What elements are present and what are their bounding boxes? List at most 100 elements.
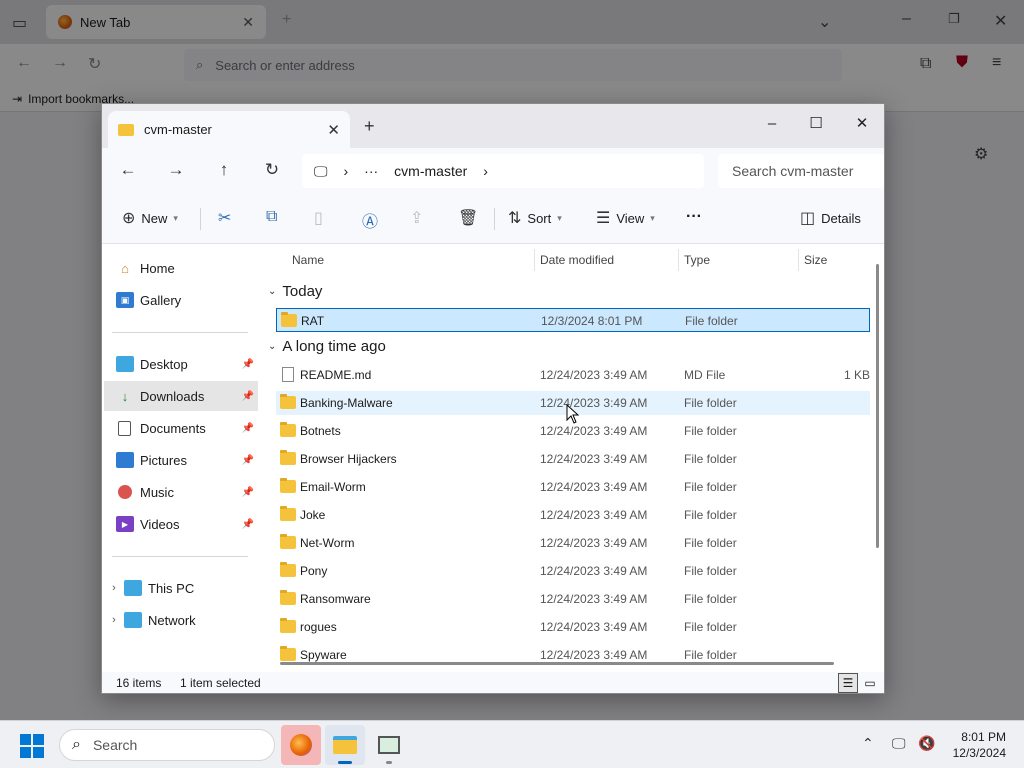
cut-icon: ✂ — [218, 210, 232, 227]
new-tab-icon[interactable]: + — [364, 116, 375, 137]
pin-icon[interactable]: 📌 — [242, 455, 254, 466]
taskbar-search[interactable]: ⌕ Search — [59, 729, 275, 761]
forward-icon[interactable]: → — [164, 160, 188, 180]
taskbar-file-explorer[interactable] — [325, 725, 365, 765]
pin-icon[interactable]: 📌 — [242, 487, 254, 498]
delete-button[interactable]: 🗑 — [458, 208, 478, 228]
share-button[interactable]: ⇪ — [410, 208, 423, 228]
pin-icon[interactable]: 📌 — [242, 391, 254, 402]
horizontal-scrollbar[interactable] — [280, 662, 834, 665]
copy-button[interactable]: ⧉ — [266, 208, 277, 226]
nav-item-music[interactable]: Music 📌 — [104, 477, 258, 507]
gallery-icon: ▣ — [116, 292, 134, 308]
view-button[interactable]: ☰ View ▾ — [596, 208, 655, 228]
column-divider[interactable] — [534, 249, 535, 271]
sort-button[interactable]: ⇅ Sort ▾ — [508, 208, 562, 228]
search-input[interactable]: Search cvm-master — [718, 154, 884, 188]
file-date: 12/24/2023 3:49 AM — [540, 424, 648, 438]
new-button[interactable]: ⊕ New ▾ — [122, 208, 178, 228]
breadcrumb[interactable]: 🖵 › ··· cvm-master › — [302, 154, 704, 188]
back-icon[interactable]: ← — [116, 160, 140, 180]
chevron-right-icon[interactable]: › — [483, 163, 488, 179]
monitor-icon[interactable]: 🖵 — [314, 163, 328, 180]
file-row[interactable]: rogues 12/24/2023 3:49 AM File folder — [276, 615, 870, 639]
file-type: MD File — [684, 368, 726, 382]
column-type[interactable]: Type — [684, 253, 710, 267]
start-button[interactable] — [20, 734, 44, 758]
copy-icon: ⧉ — [266, 208, 278, 225]
file-date: 12/24/2023 3:49 AM — [540, 508, 648, 522]
nav-item-label: Network — [148, 612, 196, 628]
nav-item-network[interactable]: › Network — [104, 605, 258, 635]
close-tab-icon[interactable]: ✕ — [327, 121, 340, 139]
file-date: 12/24/2023 3:49 AM — [540, 480, 648, 494]
paste-button[interactable]: ▯ — [314, 208, 323, 228]
this-pc-icon — [124, 580, 142, 596]
nav-item-label: Desktop — [140, 356, 188, 372]
file-row[interactable]: Email-Worm 12/24/2023 3:49 AM File folder — [276, 475, 870, 499]
chevron-right-icon[interactable]: › — [104, 614, 124, 626]
pin-icon[interactable]: 📌 — [242, 359, 254, 370]
tiles-view-button[interactable]: ▭ — [860, 673, 880, 693]
close-button[interactable]: ✕ — [842, 110, 882, 136]
chevron-right-icon[interactable]: › — [344, 163, 349, 179]
nav-item-downloads[interactable]: ↓ Downloads 📌 — [104, 381, 258, 411]
network-icon[interactable]: 🖵 — [892, 735, 906, 752]
file-name: Spyware — [300, 648, 347, 662]
documents-icon — [118, 420, 131, 436]
firefox-icon — [290, 734, 312, 756]
nav-item-gallery[interactable]: ▣ Gallery — [104, 285, 258, 315]
view-label: View — [616, 210, 645, 226]
group-header-older[interactable]: ⌄ A long time ago — [268, 338, 386, 355]
details-button[interactable]: ◫ Details — [800, 208, 861, 228]
file-row[interactable]: RAT 12/3/2024 8:01 PM File folder — [276, 308, 870, 332]
taskbar-firefox[interactable] — [281, 725, 321, 765]
explorer-tab[interactable]: cvm-master ✕ — [108, 111, 350, 148]
column-date[interactable]: Date modified — [540, 253, 614, 267]
nav-item-home[interactable]: ⌂ Home — [104, 253, 258, 283]
chevron-down-icon: ⌄ — [268, 341, 277, 352]
folder-icon — [280, 422, 296, 437]
downloads-icon: ↓ — [121, 388, 129, 404]
column-divider[interactable] — [798, 249, 799, 271]
column-name[interactable]: Name — [292, 253, 324, 267]
taskbar-app[interactable] — [369, 725, 409, 765]
vertical-scrollbar[interactable] — [876, 264, 879, 548]
more-path-icon[interactable]: ··· — [364, 163, 378, 179]
nav-item-documents[interactable]: Documents 📌 — [104, 413, 258, 443]
minimize-button[interactable]: – — [752, 110, 792, 136]
file-row[interactable]: Browser Hijackers 12/24/2023 3:49 AM File … — [276, 447, 870, 471]
nav-item-pictures[interactable]: Pictures 📌 — [104, 445, 258, 475]
nav-item-this-pc[interactable]: › This PC — [104, 573, 258, 603]
chevron-up-icon[interactable]: ⌃ — [862, 735, 874, 752]
nav-item-videos[interactable]: ▶ Videos 📌 — [104, 509, 258, 539]
system-clock[interactable]: 8:01 PM 12/3/2024 — [946, 729, 1006, 761]
file-row[interactable]: README.md 12/24/2023 3:49 AM MD File 1 KB — [276, 363, 870, 387]
column-divider[interactable] — [678, 249, 679, 271]
selection-count: 1 item selected — [180, 676, 261, 690]
paste-icon: ▯ — [314, 210, 323, 227]
pin-icon[interactable]: 📌 — [242, 423, 254, 434]
nav-item-desktop[interactable]: Desktop 📌 — [104, 349, 258, 379]
rename-button[interactable]: Ⓐ — [362, 208, 378, 232]
file-row[interactable]: Pony 12/24/2023 3:49 AM File folder — [276, 559, 870, 583]
breadcrumb-current[interactable]: cvm-master — [394, 163, 467, 179]
maximize-button[interactable]: ☐ — [796, 110, 836, 136]
column-size[interactable]: Size — [804, 253, 827, 267]
group-header-today[interactable]: ⌄ Today — [268, 283, 322, 300]
more-options-button[interactable]: ··· — [686, 208, 702, 226]
volume-muted-icon[interactable]: 🔇 — [918, 735, 935, 752]
details-view-button[interactable]: ☰ — [838, 673, 858, 693]
file-name: README.md — [300, 368, 372, 382]
nav-item-label: Videos — [140, 516, 180, 532]
pin-icon[interactable]: 📌 — [242, 519, 254, 530]
up-icon[interactable]: ↑ — [212, 160, 236, 180]
file-row[interactable]: Ransomware 12/24/2023 3:49 AM File folder — [276, 587, 870, 611]
file-row[interactable]: Net-Worm 12/24/2023 3:49 AM File folder — [276, 531, 870, 555]
file-row[interactable]: Joke 12/24/2023 3:49 AM File folder — [276, 503, 870, 527]
chevron-right-icon[interactable]: › — [104, 582, 124, 594]
cut-button[interactable]: ✂ — [218, 208, 231, 228]
folder-icon — [280, 562, 296, 577]
refresh-icon[interactable]: ↻ — [260, 160, 284, 180]
file-name: Banking-Malware — [300, 396, 393, 410]
